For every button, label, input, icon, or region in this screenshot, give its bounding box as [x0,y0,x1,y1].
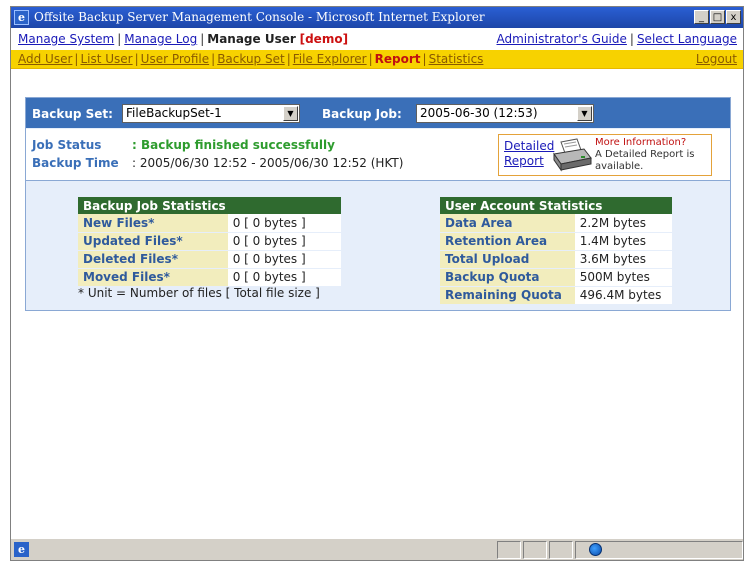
detailed-report-link-line2[interactable]: Report [504,154,554,169]
stat-value: 496.4M bytes [574,286,672,305]
nav-manage-log[interactable]: Manage Log [124,32,197,46]
report-filter-bar: Backup Set: FileBackupSet-1 ▼ Backup Job… [26,98,730,128]
table-row: Moved Files* 0 [ 0 bytes ] [78,268,341,287]
backup-job-label: Backup Job: [322,107,402,121]
stat-value: 3.6M bytes [574,250,672,269]
backup-job-stats-table: Backup Job Statistics New Files* 0 [ 0 by… [78,197,341,287]
stat-label: Updated Files* [78,232,228,251]
stat-value: 500M bytes [574,268,672,287]
table-row: Retention Area 1.4M bytes [440,232,672,251]
nav-manage-system[interactable]: Manage System [18,32,114,46]
status-bar: e [11,538,743,560]
table-row: Data Area 2.2M bytes [440,214,672,233]
subnav-statistics[interactable]: Statistics [429,52,484,66]
stat-value: 2.2M bytes [574,214,672,233]
more-info-title: More Information? [595,137,687,148]
status-cell [549,541,573,559]
table-row: Updated Files* 0 [ 0 bytes ] [78,232,341,251]
admin-guide-link[interactable]: Administrator's Guide [496,32,626,46]
more-info-text: More Information? A Detailed Report is a… [595,137,711,173]
backup-time-value: : 2005/06/30 12:52 - 2005/06/30 12:52 (H… [132,156,404,170]
browser-window: e Offsite Backup Server Management Conso… [10,6,744,561]
detailed-report-link-line1[interactable]: Detailed [504,139,554,154]
backup-set-value: FileBackupSet-1 [126,106,222,120]
status-cell [523,541,547,559]
stat-label: Deleted Files* [78,250,228,269]
nav-manage-user[interactable]: Manage User [207,32,296,46]
stat-label: Retention Area [440,232,575,251]
stat-label: Moved Files* [78,268,228,287]
subnav-list-user[interactable]: List User [80,52,132,66]
job-status-value: : Backup finished successfully [132,138,335,152]
table-row: Remaining Quota 496.4M bytes [440,286,672,305]
window-title: Offsite Backup Server Management Console… [34,10,485,24]
subnav-backup-set[interactable]: Backup Set [217,52,285,66]
detailed-report-box[interactable]: Detailed Report More Information? A Deta… [498,134,712,176]
table-row: Total Upload 3.6M bytes [440,250,672,269]
stat-label: Backup Quota [440,268,575,287]
user-account-stats-table: User Account Statistics Data Area 2.2M by… [440,197,672,305]
current-user: demo [305,32,343,46]
maximize-button[interactable]: □ [710,10,725,24]
stat-value: 0 [ 0 bytes ] [227,232,341,251]
backup-job-select[interactable]: 2005-06-30 (12:53) ▼ [416,104,594,123]
page-icon: e [14,542,29,557]
status-cell [497,541,521,559]
chevron-down-icon[interactable]: ▼ [283,106,298,121]
stat-label: Remaining Quota [440,286,575,305]
user-account-stats-title: User Account Statistics [440,197,672,214]
subnav-add-user[interactable]: Add User [18,52,72,66]
stat-value: 1.4M bytes [574,232,672,251]
chevron-down-icon[interactable]: ▼ [577,106,592,121]
stat-value: 0 [ 0 bytes ] [227,214,341,233]
subnav-report[interactable]: Report [375,52,421,66]
internet-zone-icon [589,543,602,556]
minimize-button[interactable]: _ [694,10,709,24]
stat-label: Data Area [440,214,575,233]
subnav-user-profile[interactable]: User Profile [141,52,209,66]
close-button[interactable]: x [726,10,741,24]
stat-label: New Files* [78,214,228,233]
table-row: Backup Quota 500M bytes [440,268,672,287]
backup-set-label: Backup Set: [32,107,113,121]
backup-job-stats-title: Backup Job Statistics [78,197,341,214]
backup-time-label: Backup Time [32,156,119,170]
stat-value: 0 [ 0 bytes ] [227,268,341,287]
subnav-file-explorer[interactable]: File Explorer [293,52,367,66]
sub-nav: Add User | List User | User Profile | Backup S… [11,50,743,69]
backup-set-select[interactable]: FileBackupSet-1 ▼ [122,104,300,123]
unit-footnote: * Unit = Number of files [ Total file si… [78,286,320,300]
report-panel: Backup Set: FileBackupSet-1 ▼ Backup Job… [25,97,731,311]
select-language-link[interactable]: Select Language [637,32,737,46]
printer-icon[interactable] [551,138,593,172]
logout-link[interactable]: Logout [696,52,737,66]
job-status-box: Job Status : Backup finished successfully… [26,129,730,181]
stat-value: 0 [ 0 bytes ] [227,250,341,269]
title-bar: e Offsite Backup Server Management Conso… [11,7,743,28]
more-info-desc: A Detailed Report is available. [595,149,695,172]
stat-label: Total Upload [440,250,575,269]
detailed-report-link[interactable]: Detailed Report [504,139,554,169]
main-nav: Manage System | Manage Log | Manage User [de… [11,29,743,49]
table-row: New Files* 0 [ 0 bytes ] [78,214,341,233]
table-row: Deleted Files* 0 [ 0 bytes ] [78,250,341,269]
ie-logo-icon: e [14,10,29,25]
job-status-label: Job Status [32,138,102,152]
backup-job-value: 2005-06-30 (12:53) [420,106,538,120]
